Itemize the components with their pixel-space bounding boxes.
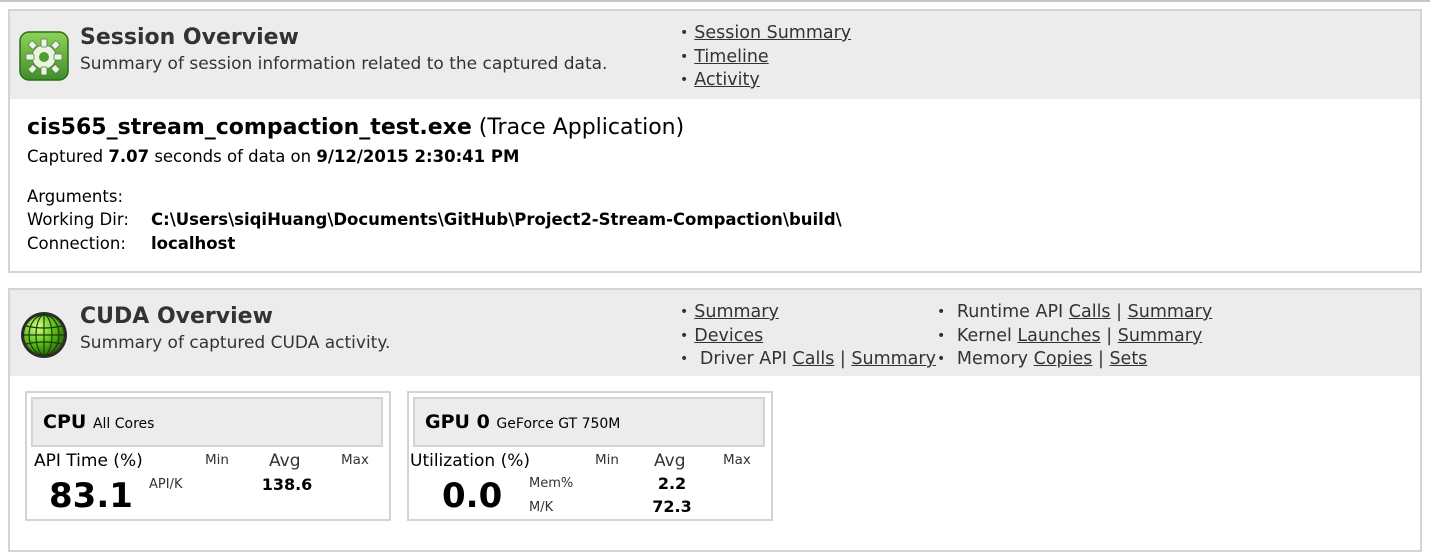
cuda-link-item: Driver API Calls | Summary — [680, 348, 936, 372]
cpu-card-title-wrap: CPU All Cores — [43, 411, 154, 433]
memory-sets-link[interactable]: Sets — [1109, 349, 1147, 369]
captured-middle: seconds of data on — [154, 147, 312, 166]
cuda-nav-links-col1: Summary Devices Driver API Calls | Summa… — [680, 301, 936, 372]
top-border — [0, 0, 1430, 2]
session-summary-link[interactable]: Session Summary — [694, 23, 851, 43]
driver-api-calls-link[interactable]: Calls — [793, 349, 835, 369]
gpu-row1-label: Mem% — [529, 476, 574, 491]
memory-label: Memory — [956, 349, 1029, 369]
cpu-big-value: 83.1 — [49, 476, 133, 516]
cpu-card-subtitle: All Cores — [92, 416, 155, 432]
cuda-link-item: Summary — [680, 301, 936, 325]
captured-line: Captured 7.07 seconds of data on 9/12/20… — [27, 147, 519, 166]
session-overview-panel: Session Overview Summary of session info… — [8, 9, 1422, 273]
gpu-card-title-wrap: GPU 0 GeForce GT 750M — [425, 411, 620, 433]
session-overview-header: Session Overview Summary of session info… — [10, 11, 1420, 99]
cpu-row1-avg: 138.6 — [261, 475, 313, 494]
session-nav-links: Session Summary Timeline Activity — [680, 22, 851, 93]
kernel-label: Kernel — [956, 325, 1012, 346]
cpu-card-header: CPU All Cores — [31, 397, 383, 447]
captured-prefix: Captured — [27, 147, 104, 166]
runtime-api-calls-link[interactable]: Calls — [1069, 302, 1111, 322]
gpu-row1-avg: 2.2 — [657, 474, 687, 493]
gpu-min-label: Min — [595, 452, 619, 468]
application-name: cis565_stream_compaction_test.exe — [27, 115, 472, 140]
timeline-link[interactable]: Timeline — [694, 47, 768, 67]
gpu-card: GPU 0 GeForce GT 750M Utilization (%) Mi… — [407, 391, 773, 521]
working-dir-value: C:\Users\siqiHuang\Documents\GitHub\Proj… — [151, 210, 842, 229]
gpu-row2-avg: 72.3 — [652, 497, 692, 516]
runtime-api-label: Runtime API — [956, 302, 1064, 322]
session-overview-title: Session Overview — [80, 25, 299, 50]
cpu-card: CPU All Cores API Time (%) Min Avg Max 8… — [25, 391, 391, 521]
driver-api-summary-link[interactable]: Summary — [851, 349, 936, 369]
gpu-max-label: Max — [723, 452, 751, 468]
gpu-card-header: GPU 0 GeForce GT 750M — [413, 397, 765, 447]
gpu-metric-label: Utilization (%) — [410, 451, 531, 471]
cuda-overview-title: CUDA Overview — [80, 304, 273, 329]
arguments-label: Arguments: — [27, 187, 124, 206]
memory-copies-link[interactable]: Copies — [1034, 349, 1093, 369]
link-separator: | — [1116, 302, 1123, 322]
cpu-min-label: Min — [205, 452, 229, 468]
session-link-item: Activity — [680, 69, 851, 93]
cuda-nav-links-col2: Runtime API Calls | Summary Kernel Launc… — [937, 301, 1212, 372]
gpu-row2-label: M/K — [529, 500, 554, 515]
link-separator: | — [1106, 325, 1113, 346]
kernel-summary-link[interactable]: Summary — [1118, 326, 1203, 346]
cuda-summary-link[interactable]: Summary — [694, 302, 779, 322]
driver-api-label: Driver API — [699, 349, 787, 369]
session-overview-subtitle: Summary of session information related t… — [80, 54, 608, 74]
cuda-link-item: Kernel Launches | Summary — [937, 325, 1212, 349]
gpu-big-value: 0.0 — [442, 476, 503, 516]
gpu-avg-label: Avg — [654, 451, 686, 471]
cpu-metric-label: API Time (%) — [34, 451, 143, 471]
devices-link[interactable]: Devices — [694, 326, 763, 346]
cpu-card-title: CPU — [43, 411, 87, 433]
cpu-row1-label: API/K — [149, 477, 183, 492]
cuda-globe-icon — [21, 312, 67, 358]
connection-label: Connection: — [27, 234, 126, 253]
connection-value: localhost — [151, 234, 236, 253]
application-line: cis565_stream_compaction_test.exe (Trace… — [27, 115, 684, 140]
activity-link[interactable]: Activity — [694, 70, 759, 90]
cuda-overview-subtitle: Summary of captured CUDA activity. — [80, 333, 391, 353]
cuda-link-item: Devices — [680, 325, 936, 349]
captured-seconds: 7.07 — [108, 147, 150, 166]
cuda-link-item: Memory Copies | Sets — [937, 348, 1212, 372]
runtime-api-summary-link[interactable]: Summary — [1128, 302, 1213, 322]
gear-icon — [19, 31, 69, 81]
kernel-launches-link[interactable]: Launches — [1017, 326, 1100, 346]
link-separator: | — [839, 349, 846, 369]
working-dir-label: Working Dir: — [27, 210, 129, 229]
cpu-avg-label: Avg — [269, 451, 301, 471]
gpu-card-title: GPU 0 — [425, 411, 490, 433]
captured-datetime: 9/12/2015 2:30:41 PM — [316, 147, 520, 166]
link-separator: | — [1097, 349, 1104, 369]
application-type: (Trace Application) — [478, 115, 685, 140]
cuda-link-item: Runtime API Calls | Summary — [937, 301, 1212, 325]
session-link-item: Timeline — [680, 46, 851, 70]
session-link-item: Session Summary — [680, 22, 851, 46]
gpu-card-subtitle: GeForce GT 750M — [496, 416, 621, 432]
cuda-overview-header: CUDA Overview Summary of captured CUDA a… — [10, 290, 1420, 376]
cpu-max-label: Max — [341, 452, 369, 468]
